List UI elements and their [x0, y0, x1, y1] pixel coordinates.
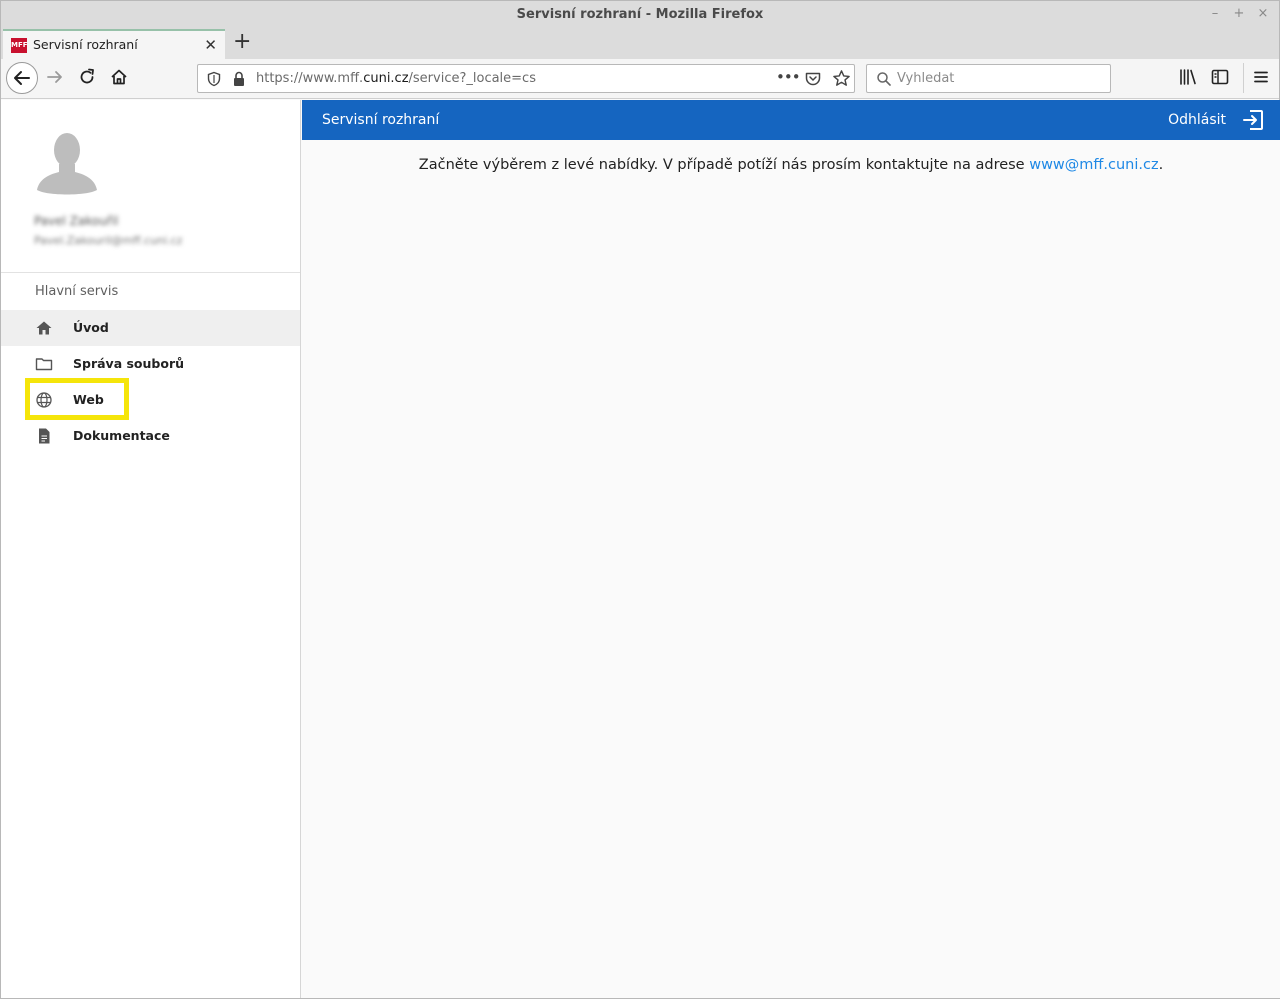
pocket-icon[interactable] — [804, 70, 822, 88]
window-title: Servisní rozhraní - Mozilla Firefox — [516, 7, 764, 22]
minimize-button[interactable]: – — [1207, 6, 1223, 22]
title-bar: Servisní rozhraní - Mozilla Firefox – + … — [1, 1, 1279, 29]
welcome-message: Začněte výběrem z levé nabídky. V případ… — [302, 157, 1280, 173]
home-button-icon[interactable] — [109, 67, 129, 87]
browser-window: Servisní rozhraní - Mozilla Firefox – + … — [0, 0, 1280, 999]
message-suffix: . — [1158, 157, 1164, 173]
app-title: Servisní rozhraní — [322, 112, 440, 128]
toolbar-divider — [1243, 63, 1244, 93]
logout-icon[interactable] — [1242, 109, 1264, 131]
sidebar-item-uvod[interactable]: Úvod — [1, 310, 300, 346]
user-email: Pavel.Zakouril@mff.cuni.cz — [34, 234, 183, 247]
url-prefix: https://www.mff. — [256, 71, 364, 86]
close-window-button[interactable]: × — [1255, 6, 1271, 22]
tab-strip: MFF Servisní rozhraní ✕ + — [1, 29, 1279, 59]
navigation-bar: https://www.mff.cuni.cz/service?_locale=… — [1, 59, 1279, 99]
search-icon — [877, 72, 891, 86]
sidebar-item-label: Úvod — [73, 320, 109, 335]
home-icon — [36, 321, 52, 335]
url-text[interactable]: https://www.mff.cuni.cz/service?_locale=… — [256, 71, 536, 86]
document-icon — [39, 428, 50, 444]
tab-servisni-rozhrani[interactable]: MFF Servisní rozhraní ✕ — [3, 29, 225, 59]
tab-close-icon[interactable]: ✕ — [204, 36, 217, 54]
tab-title: Servisní rozhraní — [33, 37, 138, 52]
url-host: cuni.cz — [363, 71, 409, 86]
back-button[interactable] — [6, 62, 38, 94]
page-actions-icon[interactable]: ••• — [776, 68, 801, 86]
sidebar-item-sprava-souboru[interactable]: Správa souborů — [1, 346, 300, 382]
back-arrow-icon — [14, 71, 30, 85]
highlight-box — [25, 378, 129, 420]
search-placeholder: Vyhledat — [897, 71, 955, 86]
bookmark-star-icon[interactable] — [832, 69, 851, 88]
new-tab-icon[interactable]: + — [233, 31, 251, 53]
library-icon[interactable] — [1178, 67, 1198, 87]
hamburger-menu-icon[interactable] — [1251, 67, 1271, 87]
mff-favicon-icon: MFF — [11, 38, 28, 53]
reload-icon[interactable] — [77, 67, 97, 87]
sidebar-item-label: Správa souborů — [73, 356, 185, 371]
url-suffix: /service?_locale=cs — [408, 71, 536, 86]
shield-icon[interactable] — [206, 71, 222, 87]
logout-button[interactable]: Odhlásit — [1168, 112, 1226, 128]
folder-icon — [35, 358, 53, 371]
user-profile: Pavel Zakouřil Pavel.Zakouril@mff.cuni.c… — [1, 100, 300, 273]
sidebar-toggle-icon[interactable] — [1210, 67, 1230, 87]
section-title: Hlavní servis — [35, 284, 119, 299]
search-bar[interactable]: Vyhledat — [866, 64, 1111, 93]
message-text: Začněte výběrem z levé nabídky. V případ… — [418, 157, 1030, 173]
main-content: Začněte výběrem z levé nabídky. V případ… — [302, 140, 1280, 998]
sidebar-item-label: Dokumentace — [73, 428, 170, 443]
contact-email-link[interactable]: www@mff.cuni.cz — [1029, 157, 1158, 173]
maximize-button[interactable]: + — [1231, 6, 1247, 22]
app-bar: Servisní rozhraní Odhlásit — [302, 100, 1280, 140]
sidebar: Pavel Zakouřil Pavel.Zakouril@mff.cuni.c… — [1, 100, 301, 998]
lock-icon[interactable] — [232, 71, 246, 87]
sidebar-item-dokumentace[interactable]: Dokumentace — [1, 418, 300, 454]
avatar-icon — [37, 133, 97, 195]
forward-arrow-icon[interactable] — [45, 67, 65, 87]
user-name: Pavel Zakouřil — [34, 214, 119, 228]
url-bar[interactable]: https://www.mff.cuni.cz/service?_locale=… — [197, 64, 855, 93]
